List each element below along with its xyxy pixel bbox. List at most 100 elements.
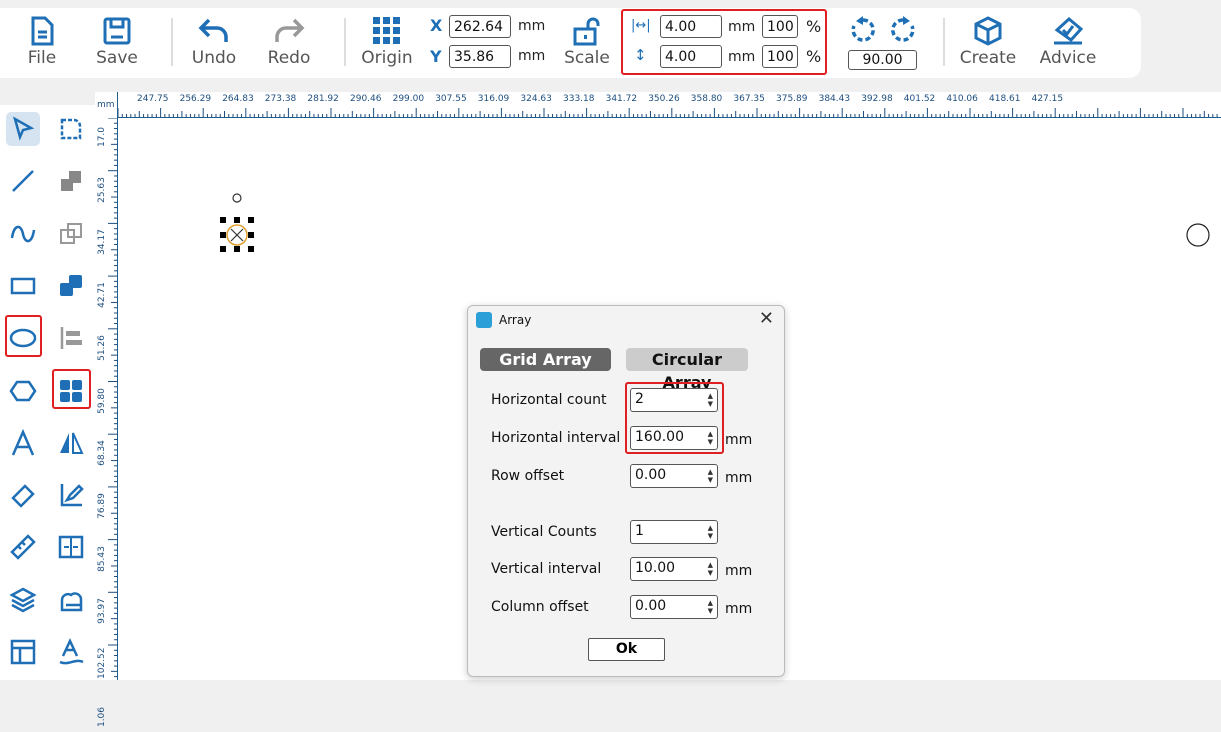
rotation-input[interactable]: 90.00 [848, 50, 917, 70]
field-spinbox[interactable]: 0.00 ▲ ▼ [630, 595, 718, 619]
origin-button[interactable]: Origin [357, 8, 417, 68]
field-value[interactable]: 0.00 [635, 467, 666, 483]
redo-button[interactable]: Redo [259, 8, 319, 68]
tab-circular-array[interactable]: Circular Array [626, 348, 748, 392]
ruler-tick-label: 281.92 [307, 94, 339, 104]
spin-arrows-icon[interactable]: ▲ ▼ [708, 468, 713, 484]
text-tool[interactable] [6, 426, 40, 460]
spin-arrows-icon[interactable]: ▲ ▼ [708, 524, 713, 540]
ruler-tick-label: 273.38 [264, 94, 297, 104]
y-unit: mm [518, 48, 546, 64]
ruler-tick-label: 392.98 [861, 94, 893, 104]
layers-icon [9, 587, 37, 613]
close-icon[interactable]: ✕ [759, 308, 774, 329]
x-unit: mm [518, 18, 546, 34]
eraser-tool[interactable] [6, 478, 40, 512]
width-input[interactable]: 4.00 [660, 15, 722, 38]
ruler-tick-label: 375.89 [776, 94, 808, 104]
field-value[interactable]: 0.00 [635, 598, 666, 614]
scale-lock-button[interactable]: Scale [557, 8, 617, 68]
field-value[interactable]: 2 [635, 391, 644, 407]
ruler-icon [10, 534, 36, 561]
ruler-tick-label: 256.29 [179, 94, 212, 104]
cloud-icon [60, 591, 83, 611]
curve-tool[interactable] [6, 217, 40, 251]
circle-object[interactable] [1185, 222, 1211, 248]
height-percent-input[interactable]: 100 [762, 45, 798, 68]
spin-arrows-icon[interactable]: ▲ ▼ [708, 599, 713, 615]
ruler-unit: mm [97, 100, 115, 110]
height-pct-sign: % [806, 47, 822, 66]
height-input[interactable]: 4.00 [660, 45, 722, 68]
undo-button[interactable]: Undo [184, 8, 244, 68]
field-unit: mm [725, 563, 753, 579]
selected-circle-object[interactable] [218, 190, 258, 254]
file-button[interactable]: File [12, 8, 72, 68]
rectangle-icon [10, 277, 36, 295]
field-spinbox[interactable]: 160.00 ▲ ▼ [630, 426, 718, 450]
field-spinbox[interactable]: 0.00 ▲ ▼ [630, 464, 718, 488]
x-label: X [430, 16, 443, 35]
field-value[interactable]: 10.00 [635, 560, 675, 576]
ruler-tick-label: 341.72 [605, 94, 638, 104]
field-unit: mm [725, 470, 753, 486]
text-path-tool[interactable] [54, 635, 88, 669]
rotate-right-icon[interactable] [890, 16, 916, 44]
height-icon: ↕ [634, 46, 647, 64]
union-tool[interactable] [54, 269, 88, 303]
main-toolbar: File Save Undo Redo Origin X 262.64 mm Y… [0, 8, 1141, 78]
field-label: Row offset [491, 468, 565, 484]
text-icon [11, 428, 35, 456]
y-input[interactable]: 35.86 [449, 45, 511, 68]
align-tool[interactable] [54, 321, 88, 355]
line-tool[interactable] [6, 164, 40, 198]
ellipse-tool[interactable] [6, 321, 40, 355]
spin-arrows-icon[interactable]: ▲ ▼ [708, 561, 713, 577]
ruler-tick-label: 333.18 [563, 94, 595, 104]
rotate-handle-icon[interactable] [232, 193, 242, 203]
ruler-tick-label: 350.26 [648, 94, 680, 104]
field-spinbox[interactable]: 2 ▲ ▼ [630, 388, 718, 412]
polygon-tool[interactable] [6, 374, 40, 408]
advice-button[interactable]: Advice [1038, 8, 1098, 68]
width-percent-input[interactable]: 100 [762, 15, 798, 38]
ruler-tick-label: 384.43 [818, 94, 851, 104]
field-value[interactable]: 1 [635, 523, 644, 539]
ruler-tick-label: 418.61 [989, 94, 1021, 104]
spin-arrows-icon[interactable]: ▲ ▼ [708, 430, 713, 446]
spin-arrows-icon[interactable]: ▲ ▼ [708, 392, 713, 408]
ruler-tool[interactable] [6, 530, 40, 564]
ruler-tick-label: 401.52 [903, 94, 936, 104]
field-spinbox[interactable]: 10.00 ▲ ▼ [630, 557, 718, 581]
field-label: Horizontal interval [491, 430, 621, 446]
mirror-tool[interactable] [54, 426, 88, 460]
cloud-tool[interactable] [54, 583, 88, 617]
fit-tool[interactable] [54, 530, 88, 564]
layout-icon [10, 639, 36, 665]
rectangle-tool[interactable] [6, 269, 40, 303]
rotate-left-icon[interactable] [850, 16, 876, 44]
x-input[interactable]: 262.64 [449, 15, 511, 38]
select-tool[interactable] [6, 112, 40, 146]
field-value[interactable]: 160.00 [635, 429, 684, 445]
intersect-tool[interactable] [54, 217, 88, 251]
box-icon [974, 16, 1002, 46]
create-button[interactable]: Create [958, 8, 1018, 68]
top-ruler: 247.75 256.29 264.83 273.38 281.92 290.46 299.… [95, 92, 1221, 118]
field-spinbox[interactable]: 1 ▲ ▼ [630, 520, 718, 544]
ok-button[interactable]: Ok [588, 638, 665, 661]
edit-node-tool[interactable] [54, 478, 88, 512]
array-tool[interactable] [54, 374, 88, 408]
save-icon [103, 17, 131, 45]
save-label: Save [96, 48, 138, 68]
y-label: Y [430, 47, 442, 66]
layers-tool[interactable] [6, 583, 40, 617]
merge-tool[interactable] [54, 164, 88, 198]
field-label: Vertical interval [491, 561, 602, 577]
eraser-icon [11, 484, 35, 508]
tab-grid-array[interactable]: Grid Array [480, 348, 611, 371]
save-button[interactable]: Save [87, 8, 147, 68]
layout-tool[interactable] [6, 635, 40, 669]
merge-icon [61, 171, 81, 192]
rounded-rect-tool[interactable] [54, 112, 88, 146]
